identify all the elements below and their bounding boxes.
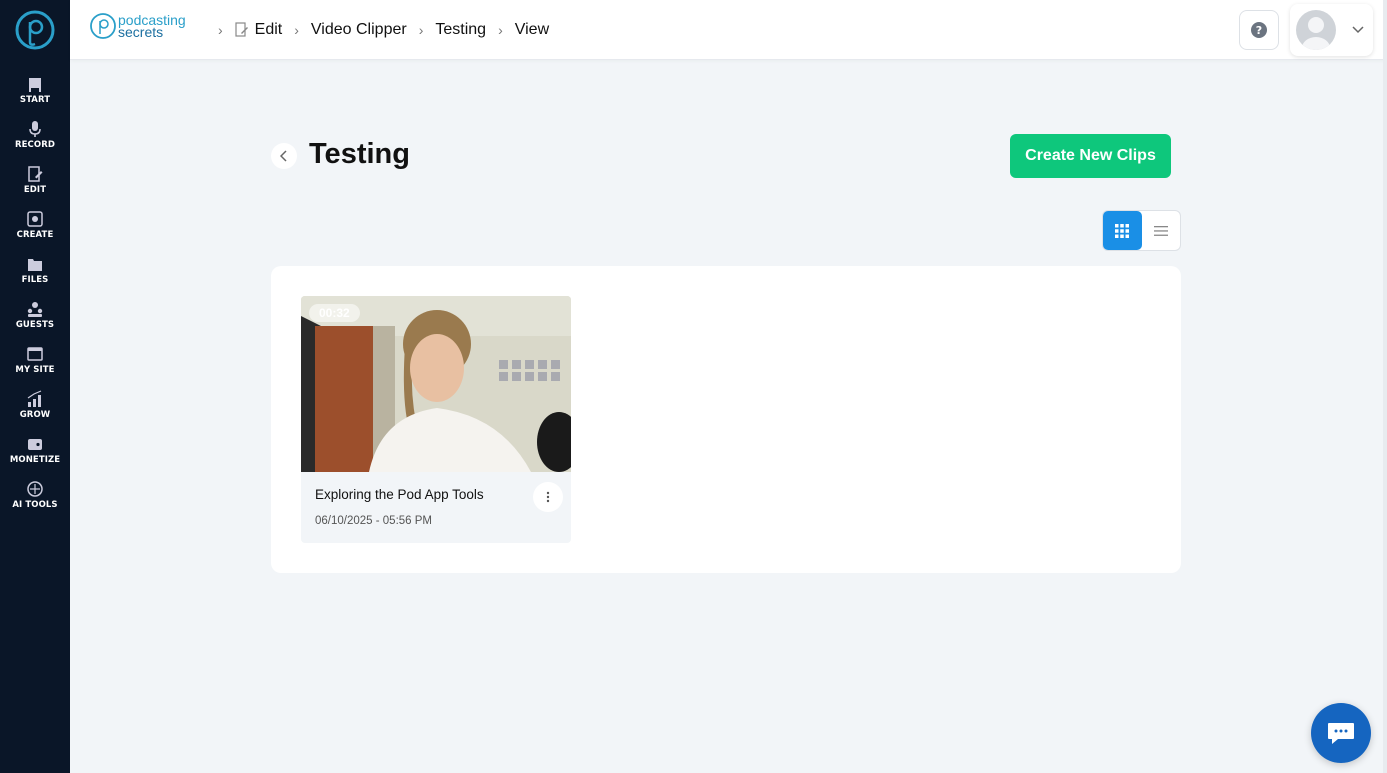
chart-icon xyxy=(27,390,42,407)
avatar xyxy=(1296,10,1336,50)
back-button[interactable] xyxy=(271,143,297,169)
user-menu-button[interactable] xyxy=(1290,4,1373,56)
chevron-down-icon xyxy=(1352,26,1364,34)
chevron-right-icon: › xyxy=(498,22,503,38)
breadcrumb-edit[interactable]: Edit xyxy=(235,21,282,39)
chevron-right-icon: › xyxy=(218,22,223,38)
breadcrumb: › Edit › Video Clipper › Testing › View xyxy=(206,0,549,60)
clip-date: 06/10/2025 - 05:56 PM xyxy=(315,515,432,527)
help-button[interactable]: ? xyxy=(1239,10,1279,50)
clips-panel: 00:32 Exploring the Pod App Tools 06/10/… xyxy=(271,266,1181,573)
sidebar-item-label: GUESTS xyxy=(15,320,55,330)
clip-more-options-button[interactable] xyxy=(533,482,563,512)
video-thumbnail-image xyxy=(301,296,571,472)
brand-line2: secrets xyxy=(118,24,164,40)
grid-view-button[interactable] xyxy=(1103,211,1142,250)
chevron-left-icon xyxy=(280,150,287,162)
chevron-right-icon: › xyxy=(294,22,299,38)
monetize-icon xyxy=(28,439,42,450)
sidebar-item-label: START xyxy=(19,95,51,105)
sidebar-item-monetize[interactable]: MONETIZE xyxy=(0,435,70,477)
ai-tools-icon xyxy=(27,481,43,497)
scrollbar[interactable] xyxy=(1383,0,1387,773)
sidebar-item-label: EDIT xyxy=(23,185,47,195)
start-icon xyxy=(29,78,41,92)
create-new-clips-button[interactable]: Create New Clips xyxy=(1010,134,1171,178)
sidebar-item-create[interactable]: CREATE xyxy=(0,210,70,252)
clip-duration-badge: 00:32 xyxy=(309,304,360,322)
sidebar-item-grow[interactable]: GROW xyxy=(0,390,70,432)
website-icon xyxy=(27,347,43,361)
files-icon xyxy=(28,259,42,271)
sidebar-item-files[interactable]: FILES xyxy=(0,255,70,297)
view-toggle xyxy=(1102,210,1181,251)
guests-icon xyxy=(27,302,43,317)
app-logo-icon[interactable] xyxy=(15,10,55,50)
chat-widget-button[interactable] xyxy=(1311,703,1371,763)
top-bar: podcasting secrets › Edit › Video Clippe… xyxy=(70,0,1387,60)
sidebar-item-record[interactable]: RECORD xyxy=(0,120,70,162)
sidebar-item-my-site[interactable]: MY SITE xyxy=(0,345,70,387)
sidebar-item-label: FILES xyxy=(21,275,49,285)
breadcrumb-video-clipper[interactable]: Video Clipper xyxy=(311,21,407,39)
create-icon xyxy=(27,211,43,227)
help-icon: ? xyxy=(1251,22,1267,38)
breadcrumb-view: View xyxy=(514,21,550,38)
edit-icon xyxy=(28,166,43,182)
sidebar-item-start[interactable]: START xyxy=(0,75,70,117)
sidebar-item-ai-tools[interactable]: AI TOOLS xyxy=(0,480,70,522)
sidebar-item-label: RECORD xyxy=(14,140,56,150)
page-title: Testing xyxy=(309,138,410,170)
edit-icon xyxy=(235,22,248,37)
clip-thumbnail[interactable]: 00:32 xyxy=(301,296,571,472)
sidebar-item-edit[interactable]: EDIT xyxy=(0,165,70,207)
grid-icon xyxy=(1115,223,1130,238)
chat-icon xyxy=(1328,723,1354,744)
sidebar-item-label: GROW xyxy=(19,410,51,420)
sidebar-item-label: MY SITE xyxy=(15,365,55,375)
breadcrumb-testing[interactable]: Testing xyxy=(435,21,486,39)
sidebar-item-label: AI TOOLS xyxy=(12,500,58,510)
clip-card[interactable]: 00:32 Exploring the Pod App Tools 06/10/… xyxy=(301,296,571,543)
sidebar: START RECORD EDIT CREATE FILES GUESTS MY… xyxy=(0,0,70,773)
list-icon xyxy=(1153,225,1168,236)
microphone-icon xyxy=(29,121,41,137)
kebab-menu-icon xyxy=(546,491,550,503)
brand-logo[interactable]: podcasting secrets xyxy=(90,12,200,42)
sidebar-item-label: MONETIZE xyxy=(9,455,61,465)
sidebar-item-label: CREATE xyxy=(16,230,54,240)
clip-title: Exploring the Pod App Tools xyxy=(315,487,484,502)
chevron-right-icon: › xyxy=(418,22,424,38)
list-view-button[interactable] xyxy=(1142,211,1181,250)
sidebar-item-guests[interactable]: GUESTS xyxy=(0,300,70,342)
svg-text:?: ? xyxy=(1256,24,1262,37)
